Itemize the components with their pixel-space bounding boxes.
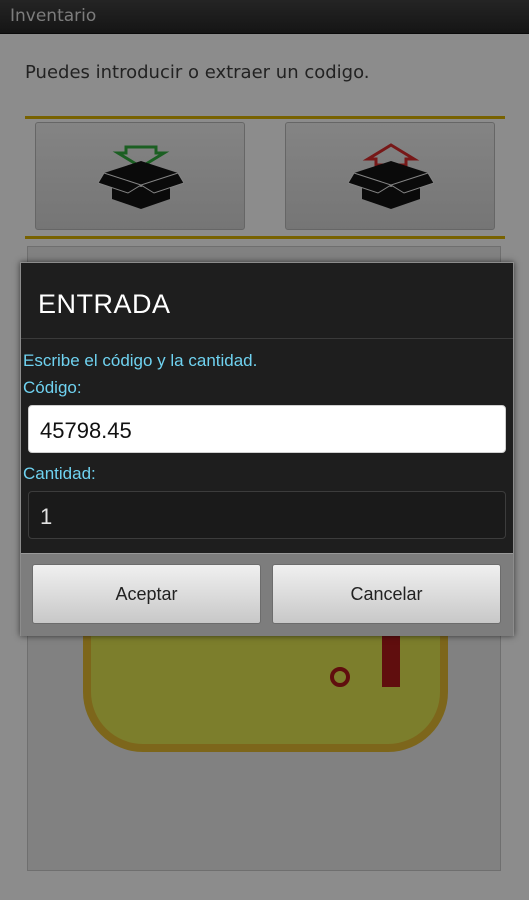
quantity-label: Cantidad: — [23, 464, 96, 483]
code-input[interactable]: 45798.45 — [28, 405, 506, 453]
accept-button[interactable]: Aceptar — [32, 564, 261, 624]
dialog-title: ENTRADA — [38, 289, 171, 319]
cancel-button[interactable]: Cancelar — [272, 564, 501, 624]
code-label: Código: — [23, 378, 82, 397]
dialog-divider — [21, 338, 513, 339]
entrada-dialog: ENTRADA Escribe el código y la cantidad.… — [20, 262, 514, 636]
dialog-button-bar: Aceptar Cancelar — [21, 553, 513, 636]
dialog-message: Escribe el código y la cantidad. — [23, 351, 258, 370]
quantity-input[interactable]: 1 — [28, 491, 506, 539]
